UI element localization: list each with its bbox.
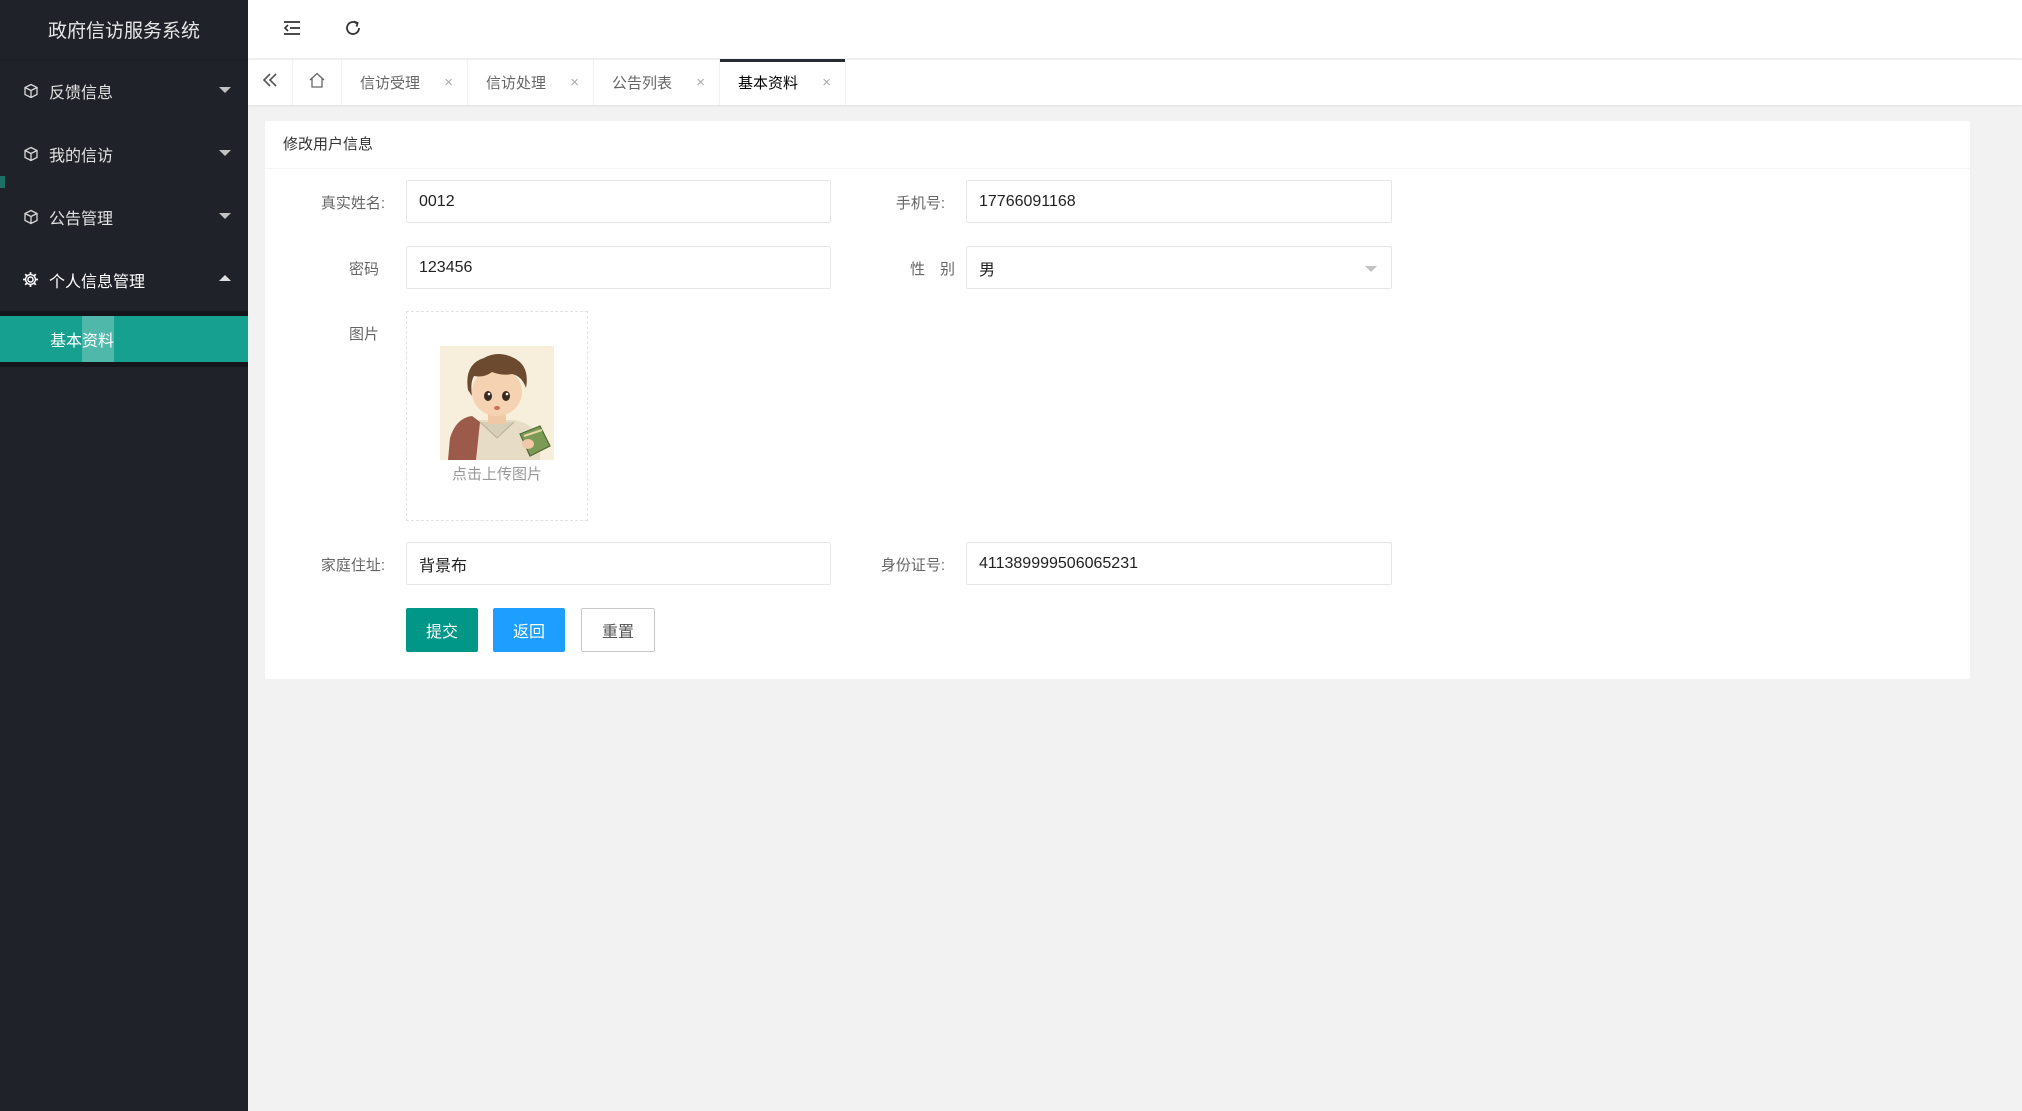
chevron-down-icon — [219, 150, 231, 156]
password-input[interactable]: 123456 — [406, 246, 831, 289]
close-icon[interactable]: × — [570, 74, 579, 91]
tab-scroll-left-button[interactable] — [248, 60, 293, 105]
password-label: 密码 — [348, 261, 379, 278]
chevron-up-icon — [219, 275, 231, 281]
sidebar-item-label: 个人信息管理 — [49, 273, 146, 291]
app-title: 政府信访服务系统 — [0, 0, 248, 59]
refresh-icon — [344, 19, 362, 42]
image-upload[interactable]: 点击上传图片 — [406, 311, 588, 521]
address-label: 家庭住址: — [320, 557, 385, 574]
upload-hint: 点击上传图片 — [451, 466, 542, 483]
sidebar-item-my-petitions[interactable]: 我的信访 — [0, 122, 248, 185]
image-label: 图片 — [348, 326, 379, 343]
back-button[interactable]: 返回 — [493, 608, 565, 652]
tab-bar: 信访受理 × 信访处理 × 公告列表 × 基本资料 × — [248, 59, 2022, 105]
close-icon[interactable]: × — [696, 74, 705, 91]
tab-label: 公告列表 — [612, 75, 673, 92]
top-header — [248, 0, 2022, 59]
tab-announcement-list[interactable]: 公告列表 × — [594, 60, 720, 105]
id-number-label: 身份证号: — [880, 557, 945, 574]
cube-icon — [22, 208, 39, 225]
sidebar-subnav: 基本资料 — [0, 311, 248, 367]
sidebar-item-feedback[interactable]: 反馈信息 — [0, 59, 248, 122]
phone-input[interactable]: 17766091168 — [966, 180, 1392, 223]
refresh-button[interactable] — [341, 18, 365, 42]
real-name-input[interactable]: 0012 — [406, 180, 831, 223]
address-input[interactable]: 背景布 — [406, 542, 831, 585]
sidebar: 政府信访服务系统 反馈信息 我的信访 公告管理 个人信息管理 基本资料 — [0, 0, 248, 1111]
chevron-down-icon — [219, 87, 231, 93]
reset-button[interactable]: 重置 — [581, 608, 655, 652]
close-icon[interactable]: × — [444, 74, 453, 91]
edit-user-card: 修改用户信息 真实姓名: 0012 手机号: 17766091168 密码 12… — [265, 121, 1970, 679]
real-name-label: 真实姓名: — [320, 195, 385, 212]
tab-petition-handle[interactable]: 信访处理 × — [468, 60, 594, 105]
chevron-down-icon — [219, 213, 231, 219]
gender-selected-value: 男 — [979, 261, 996, 279]
chevron-down-icon — [1365, 266, 1377, 272]
id-number-input[interactable]: 411389999506065231 — [966, 542, 1392, 585]
menu-fold-button[interactable] — [280, 18, 304, 42]
tab-basic-info[interactable]: 基本资料 × — [720, 59, 846, 105]
phone-label: 手机号: — [895, 195, 945, 212]
sidebar-item-label: 我的信访 — [49, 147, 114, 165]
sidebar-item-announcements[interactable]: 公告管理 — [0, 185, 248, 248]
double-chevron-left-icon — [262, 72, 278, 93]
sidebar-subitem-label: 基本资料 — [50, 333, 115, 350]
submit-button[interactable]: 提交 — [406, 608, 478, 652]
menu-fold-icon — [283, 20, 301, 41]
home-icon — [308, 72, 326, 93]
cube-icon — [22, 145, 39, 162]
tab-petition-accept[interactable]: 信访受理 × — [342, 60, 468, 105]
tab-label: 信访处理 — [486, 75, 547, 92]
gender-label: 性 别 — [909, 261, 955, 278]
tab-home[interactable] — [293, 60, 342, 105]
card-title: 修改用户信息 — [265, 121, 1970, 169]
avatar-image — [440, 346, 554, 460]
sidebar-subitem-basic-info[interactable]: 基本资料 — [0, 316, 248, 362]
gender-select[interactable]: 男 — [966, 246, 1392, 289]
cube-icon — [22, 82, 39, 99]
close-icon[interactable]: × — [822, 74, 831, 91]
sidebar-item-label: 公告管理 — [49, 210, 114, 228]
tab-label: 信访受理 — [360, 75, 421, 92]
sidebar-item-label: 反馈信息 — [49, 84, 114, 102]
gear-icon — [22, 271, 39, 288]
tab-label: 基本资料 — [738, 75, 799, 92]
sidebar-item-personal-info[interactable]: 个人信息管理 — [0, 248, 248, 311]
